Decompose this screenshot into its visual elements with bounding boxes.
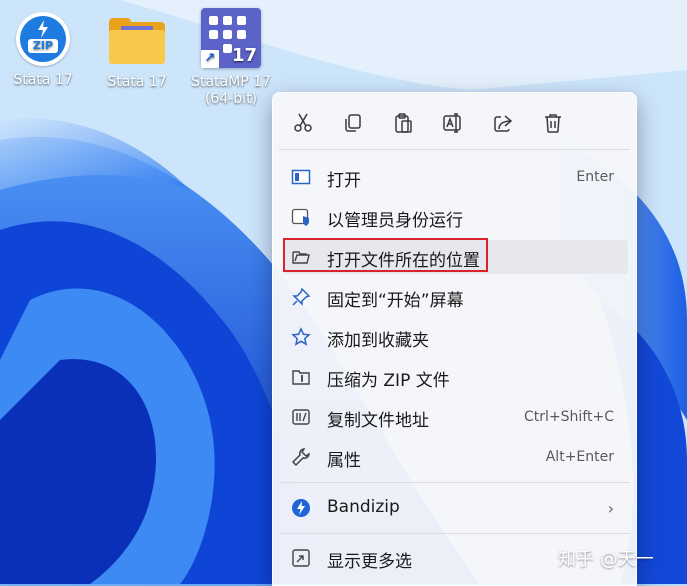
desktop-icon-statamp-shortcut[interactable]: 17 ↗ StataMP 17 (64-bit) xyxy=(188,8,274,108)
folder-icon xyxy=(109,18,165,64)
cut-button[interactable] xyxy=(289,109,317,137)
zhihu-watermark: 知乎 @天一 xyxy=(558,549,654,570)
menu-item-properties[interactable]: 属性 Alt+Enter xyxy=(283,440,628,474)
menu-item-open[interactable]: 打开 Enter xyxy=(283,160,628,194)
rename-button[interactable] xyxy=(439,109,467,137)
bandizip-icon xyxy=(291,498,311,518)
desktop-icon-stata-zip[interactable]: ZIP Stata 17 xyxy=(0,12,86,89)
more-options-icon xyxy=(291,548,311,568)
share-button[interactable] xyxy=(489,109,517,137)
rename-icon xyxy=(443,113,461,133)
trash-icon xyxy=(545,114,561,133)
context-menu: 打开 Enter 以管理员身份运行 打开文件所在的位置 固定到“开始”屏幕 添加… xyxy=(272,92,637,586)
menu-item-bandizip[interactable]: Bandizip › xyxy=(283,491,628,525)
scissors-icon xyxy=(294,113,312,132)
delete-button[interactable] xyxy=(539,109,567,137)
shortcut-arrow-icon: ↗ xyxy=(201,50,219,68)
wrench-icon xyxy=(291,447,311,467)
menu-item-run-as-admin[interactable]: 以管理员身份运行 xyxy=(283,200,628,234)
path-icon xyxy=(291,407,311,427)
copy-icon xyxy=(345,114,361,132)
menu-item-add-to-favorites[interactable]: 添加到收藏夹 xyxy=(283,320,628,354)
chevron-right-icon: › xyxy=(607,499,614,518)
desktop-icon-label: Stata 17 xyxy=(13,72,73,88)
zip-folder-icon xyxy=(291,367,311,387)
window-icon xyxy=(291,167,311,187)
stata-shortcut-icon: 17 ↗ xyxy=(201,8,261,68)
paste-button[interactable] xyxy=(389,109,417,137)
menu-separator xyxy=(279,533,630,534)
admin-shield-icon xyxy=(291,207,311,227)
desktop-icon-label-line2: (64-bit) xyxy=(204,91,258,107)
star-icon xyxy=(291,327,311,347)
desktop-icon-stata-folder[interactable]: Stata 17 xyxy=(94,12,180,91)
menu-separator xyxy=(279,482,630,483)
desktop-icon-label: Stata 17 xyxy=(107,74,167,90)
pin-icon xyxy=(291,287,311,307)
menu-item-copy-path[interactable]: 复制文件地址 Ctrl+Shift+C xyxy=(283,400,628,434)
bandizip-zip-icon: ZIP xyxy=(16,12,70,66)
context-menu-toolbar xyxy=(273,93,636,149)
menu-item-compress-zip[interactable]: 压缩为 ZIP 文件 xyxy=(283,360,628,394)
copy-button[interactable] xyxy=(339,109,367,137)
share-icon xyxy=(494,115,513,132)
highlight-annotation-box xyxy=(283,238,488,272)
menu-item-pin-to-start[interactable]: 固定到“开始”屏幕 xyxy=(283,280,628,314)
menu-separator xyxy=(279,149,630,150)
desktop-icon-label: StataMP 17 xyxy=(191,74,271,90)
paste-icon xyxy=(395,113,412,133)
